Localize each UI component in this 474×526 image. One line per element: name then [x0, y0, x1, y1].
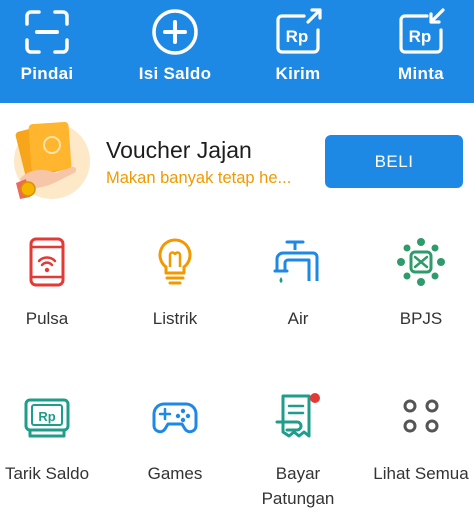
service-label-line2: Patungan: [261, 489, 335, 508]
gamepad-icon: [152, 402, 198, 434]
split-bill-icon: [275, 393, 320, 438]
water-tap-icon: [273, 240, 319, 283]
request-label: Minta: [398, 64, 444, 83]
service-listrik[interactable]: Listrik: [116, 237, 234, 337]
scan-button[interactable]: Pindai: [0, 0, 106, 103]
withdraw-rp-text: Rp: [38, 409, 55, 424]
request-button[interactable]: Rp Minta: [362, 0, 474, 103]
service-label: BPJS: [399, 309, 443, 328]
service-games[interactable]: Games: [116, 392, 234, 517]
voucher-illustration-icon: [14, 121, 90, 199]
service-label: Listrik: [152, 309, 198, 328]
send-rp-text: Rp: [286, 27, 309, 46]
send-button[interactable]: Rp Kirim: [239, 0, 357, 103]
bpjs-icon: [397, 238, 445, 286]
service-label-line1: Bayar: [275, 464, 321, 483]
withdraw-cash-icon: Rp: [24, 398, 70, 438]
service-bayar-patungan[interactable]: Bayar Patungan: [239, 392, 357, 517]
top-action-bar: Pindai Isi Saldo Rp Kirim Rp Minta: [0, 0, 474, 103]
send-rp-icon: Rp: [276, 8, 322, 54]
service-label: Pulsa: [25, 309, 69, 328]
send-label: Kirim: [275, 64, 321, 83]
lightbulb-icon: [158, 238, 192, 285]
scan-label: Pindai: [20, 64, 74, 83]
voucher-subtitle: Makan banyak tetap he...: [106, 169, 292, 187]
service-label: Air: [287, 309, 309, 328]
top-up-label: Isi Saldo: [138, 64, 212, 83]
voucher-banner[interactable]: Voucher Jajan Makan banyak tetap he... B…: [0, 103, 474, 203]
service-tarik-saldo[interactable]: Rp Tarik Saldo: [0, 392, 106, 517]
top-up-button[interactable]: Isi Saldo: [116, 0, 234, 103]
service-lihat-semua[interactable]: Lihat Semua: [362, 392, 474, 517]
service-pulsa[interactable]: Pulsa: [0, 237, 106, 337]
service-label: Games: [147, 464, 203, 483]
phone-signal-icon: [29, 237, 65, 287]
grid-dots-icon: [403, 399, 439, 433]
request-rp-icon: Rp: [399, 8, 445, 54]
voucher-title: Voucher Jajan: [106, 137, 252, 163]
service-label: Tarik Saldo: [4, 464, 90, 483]
service-air[interactable]: Air: [239, 237, 357, 337]
service-bpjs[interactable]: BPJS: [362, 237, 474, 337]
buy-button[interactable]: BELI: [325, 135, 463, 188]
service-label: Lihat Semua: [373, 464, 469, 483]
plus-circle-icon: [152, 9, 198, 55]
request-rp-text: Rp: [409, 27, 432, 46]
scan-icon: [25, 10, 69, 54]
